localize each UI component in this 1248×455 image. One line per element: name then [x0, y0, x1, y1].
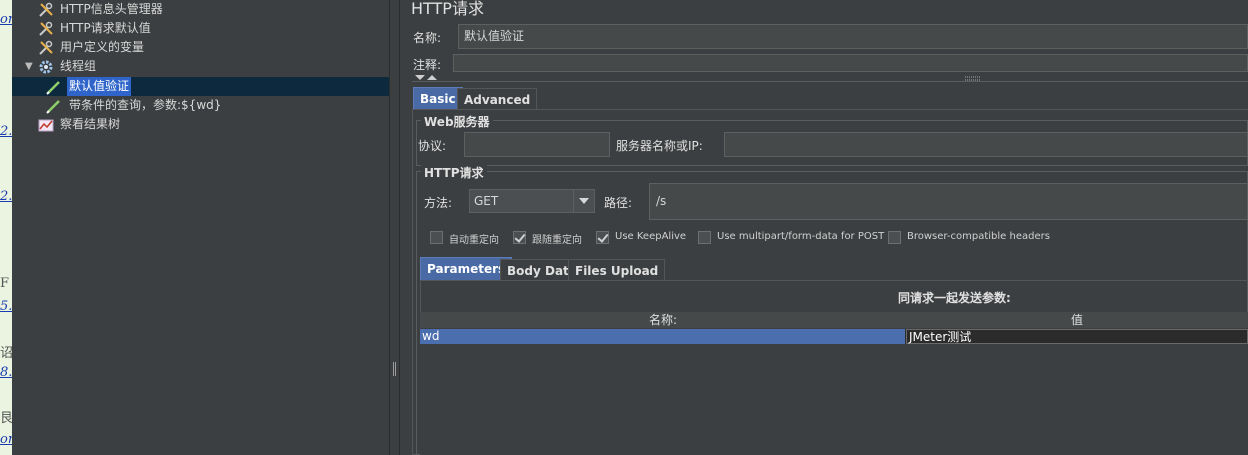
tab-advanced[interactable]: Advanced: [457, 88, 538, 110]
tree-item-conditional-query[interactable]: 带条件的查询，参数:${wd}: [12, 96, 389, 115]
browser-headers-checkbox[interactable]: Browser-compatible headers: [888, 231, 1050, 245]
method-value: GET: [474, 194, 499, 208]
tab-parameters[interactable]: Parameters: [420, 257, 513, 281]
checkbox-box[interactable]: [513, 231, 526, 244]
table-row[interactable]: wd JMeter测试: [420, 329, 1248, 344]
checkbox-label: Browser-compatible headers: [907, 231, 1050, 242]
tree-item-label: HTTP请求默认值: [60, 21, 151, 35]
name-field[interactable]: 默认值验证: [458, 24, 1248, 49]
protocol-field[interactable]: [464, 132, 610, 157]
bg-doc-fragment: on: [0, 432, 12, 447]
tree-item-header-manager[interactable]: HTTP信息头管理器: [12, 0, 389, 19]
keepalive-checkbox[interactable]: Use KeepAlive: [596, 231, 696, 245]
checkbox-box[interactable]: [888, 231, 901, 244]
tree-item-label: HTTP信息头管理器: [60, 2, 163, 16]
bg-doc-fragment: 2.: [0, 189, 12, 204]
column-header-value[interactable]: 值: [906, 312, 1248, 328]
path-field[interactable]: /s: [649, 183, 1248, 220]
bg-doc-fragment: 诏,: [0, 346, 12, 361]
param-name-cell[interactable]: wd: [420, 329, 906, 344]
chevron-down-icon: [579, 198, 589, 204]
tab-files-upload[interactable]: Files Upload: [568, 259, 666, 281]
http-request-panel: HTTP请求 名称: 默认值验证 注释: Basic Advanced Web服…: [400, 0, 1248, 455]
sampler-pen-icon: [46, 100, 60, 114]
comment-label: 注释:: [413, 58, 442, 72]
follow-redirect-checkbox[interactable]: 跟随重定向: [513, 231, 593, 246]
bg-doc-fragment: 8.: [0, 365, 12, 380]
path-label: 路径:: [604, 196, 633, 210]
tree-item-label: 带条件的查询，参数:${wd}: [69, 98, 222, 112]
background-document-strip: on 2. 2. F 5. 诏, 8. 艮 on: [0, 0, 12, 455]
chart-icon: [38, 119, 54, 132]
wrench-icon: [39, 21, 53, 36]
comment-field[interactable]: [453, 54, 1248, 72]
tree-item-request-defaults[interactable]: HTTP请求默认值: [12, 19, 389, 38]
sampler-pen-icon: [46, 81, 60, 95]
tree-item-thread-group[interactable]: ▼ 线程组: [12, 57, 389, 76]
panel-title: HTTP请求: [411, 0, 484, 18]
checkbox-label: Use KeepAlive: [615, 231, 687, 242]
tree-item-label: 用户定义的变量: [60, 40, 145, 54]
checkbox-label: Use multipart/form-data for POST: [717, 231, 885, 242]
web-server-legend: Web服务器: [421, 113, 493, 130]
checkbox-box[interactable]: [430, 231, 443, 244]
protocol-label: 协议:: [418, 139, 447, 153]
checkbox-label: 自动重定向: [449, 235, 499, 246]
column-header-name[interactable]: 名称:: [420, 312, 907, 328]
params-title: 同请求一起发送参数:: [898, 291, 1011, 305]
vertical-splitter[interactable]: [389, 0, 400, 455]
table-header: 名称: 值: [420, 312, 1248, 328]
tab-basic[interactable]: Basic: [413, 87, 463, 109]
method-select[interactable]: GET: [469, 189, 595, 213]
bg-doc-fragment: 5.: [0, 299, 12, 314]
divider: [412, 81, 1248, 82]
dropdown-button[interactable]: [573, 190, 594, 212]
tree-item-user-variables[interactable]: 用户定义的变量: [12, 38, 389, 57]
tree-item-label: 默认值验证: [67, 77, 132, 96]
method-label: 方法:: [424, 196, 453, 210]
bg-doc-fragment: 2.: [0, 124, 12, 139]
gear-icon: [39, 60, 53, 74]
http-request-legend: HTTP请求: [421, 164, 487, 181]
checkbox-box[interactable]: [596, 231, 609, 244]
tree-item-results-tree[interactable]: 察看结果树: [12, 115, 389, 134]
bg-doc-fragment: 艮: [0, 411, 12, 426]
checkbox-box[interactable]: [698, 231, 711, 244]
server-field[interactable]: [724, 132, 1248, 157]
wrench-icon: [39, 40, 53, 55]
wrench-icon: [39, 2, 53, 17]
tree-item-label: 线程组: [60, 59, 97, 73]
splitter-grip-icon[interactable]: [393, 362, 396, 376]
tree-item-default-validation[interactable]: 默认值验证: [12, 77, 389, 96]
server-label: 服务器名称或IP:: [616, 139, 703, 153]
name-label: 名称:: [413, 31, 442, 45]
tree-item-label: 察看结果树: [60, 117, 121, 131]
params-table: 名称: 值 wd JMeter测试: [420, 312, 1248, 455]
bg-doc-fragment: F: [0, 276, 10, 291]
test-plan-tree: HTTP信息头管理器 HTTP请求默认值 用户定义的变量 ▼ 线程组 默认值验证…: [12, 0, 389, 455]
checkbox-label: 跟随重定向: [532, 235, 582, 246]
multipart-checkbox[interactable]: Use multipart/form-data for POST: [698, 231, 885, 245]
collapse-toggle-icon[interactable]: ▼: [25, 57, 33, 76]
bg-doc-fragment: on: [0, 12, 12, 27]
param-value-cell-editing[interactable]: JMeter测试: [906, 329, 1248, 344]
